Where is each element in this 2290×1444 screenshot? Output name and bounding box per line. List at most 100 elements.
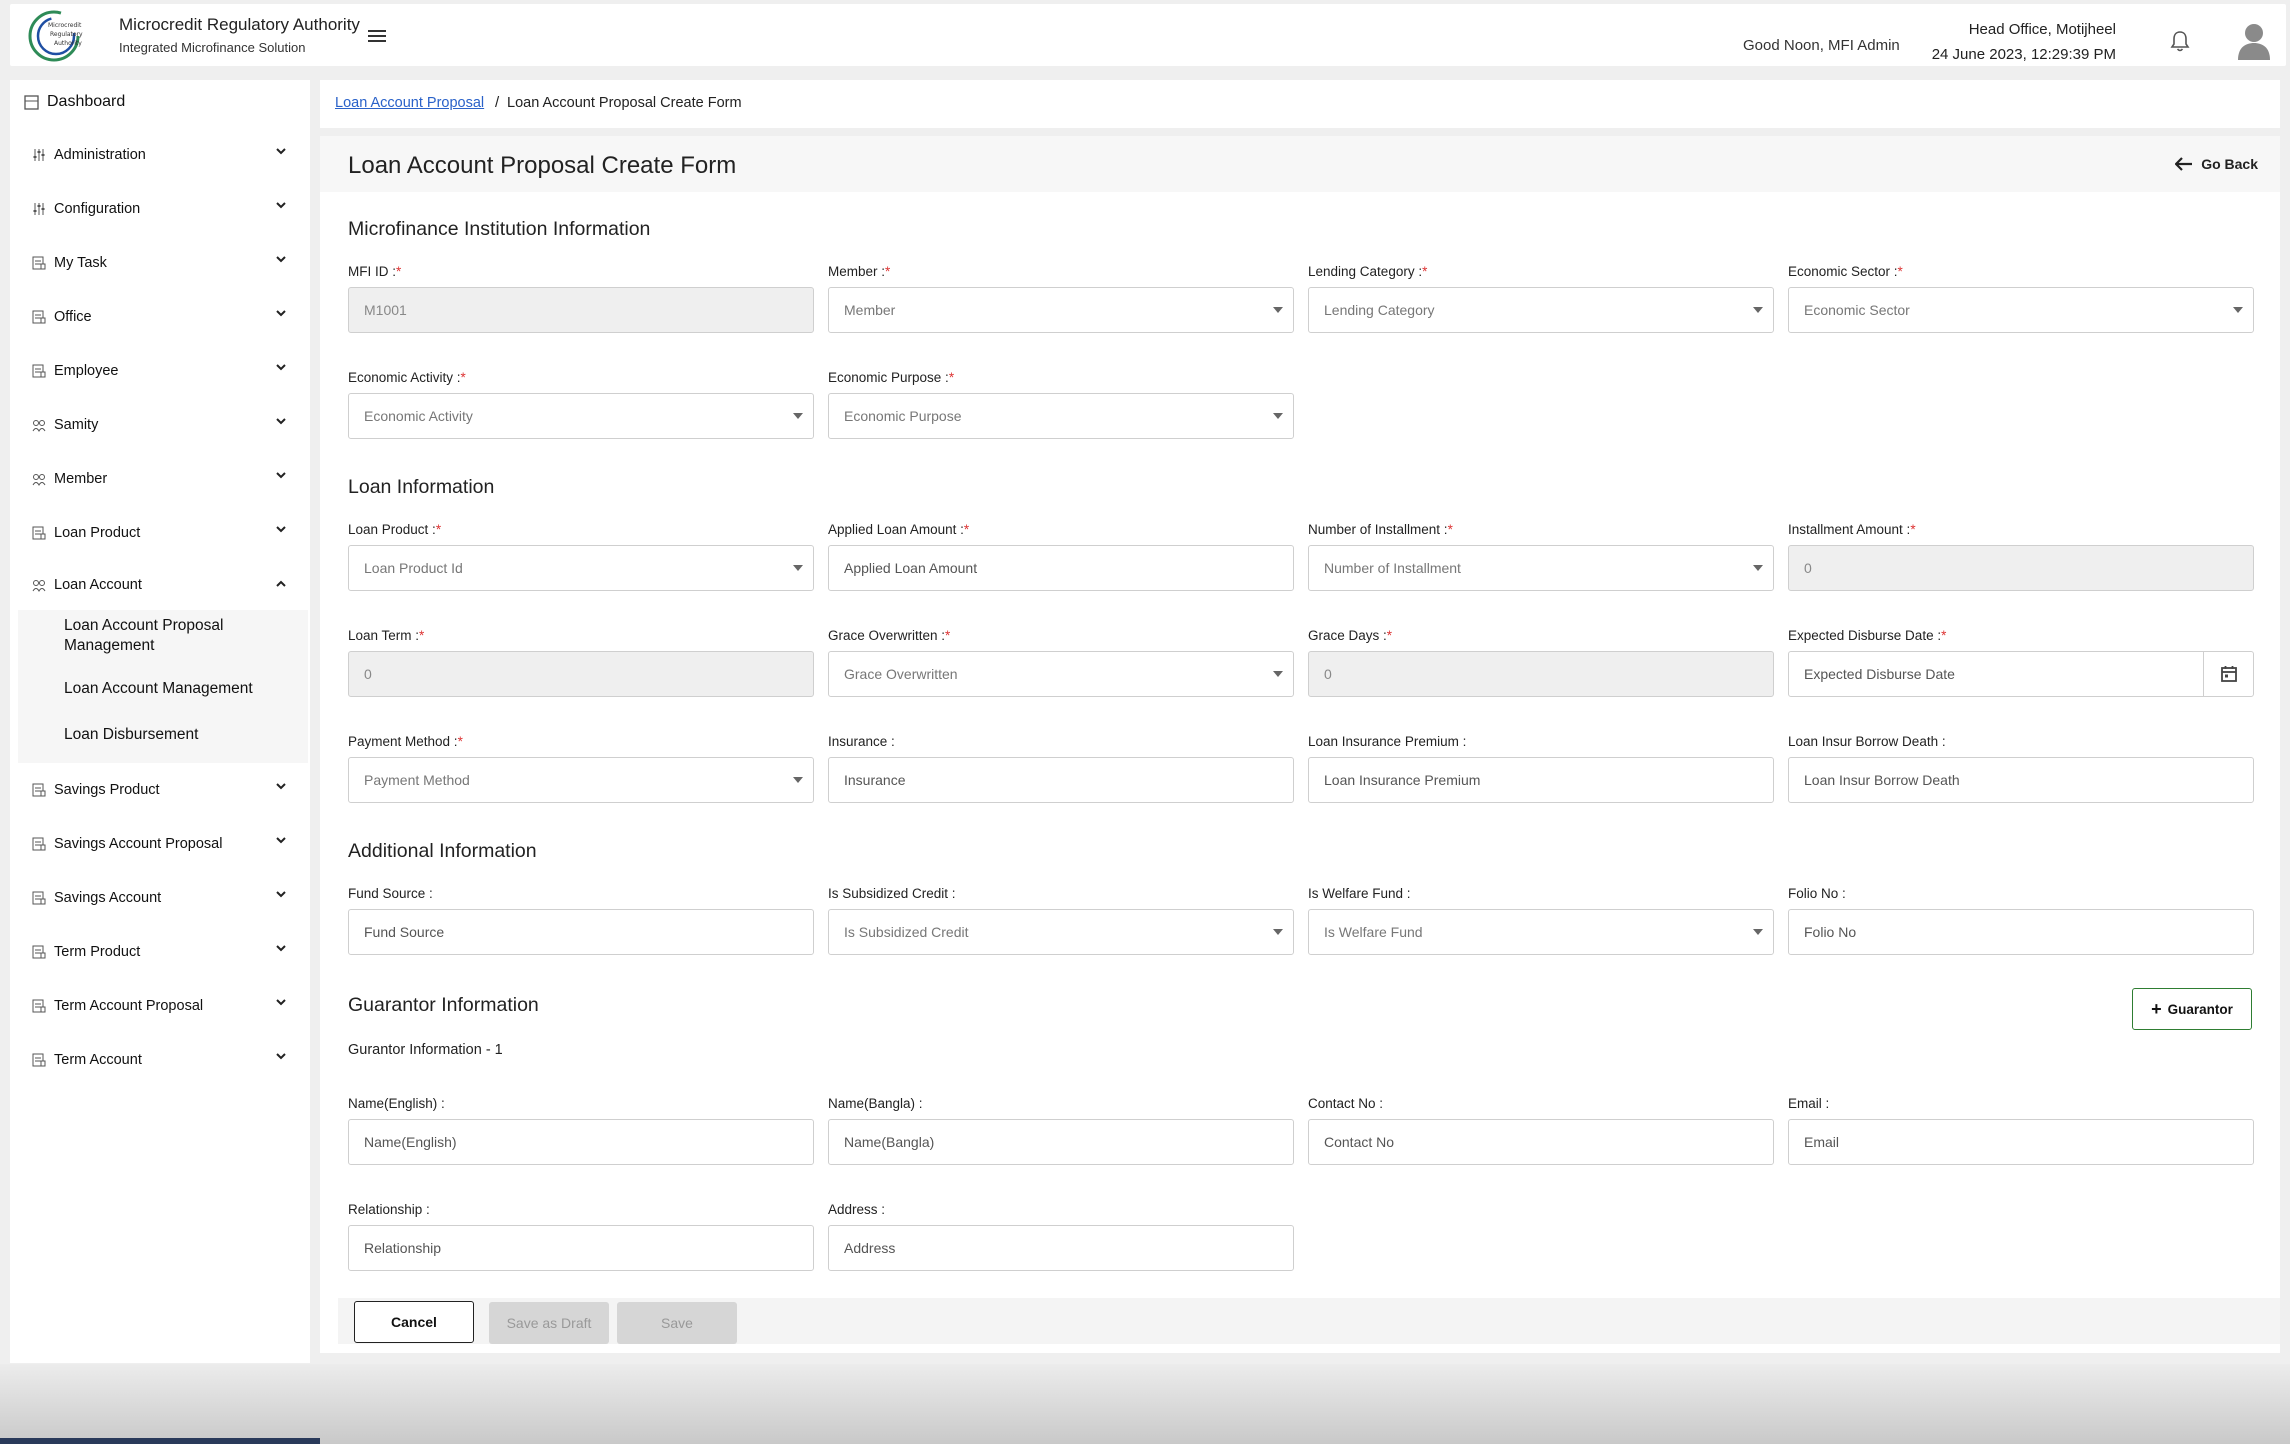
email-input[interactable]: Email [1788, 1119, 2254, 1165]
sidebar-item-term-product[interactable]: Term Product [10, 925, 310, 979]
loan-product-select[interactable]: Loan Product Id [348, 545, 814, 591]
label-applied-loan-amount: Applied Loan Amount :* [828, 522, 970, 537]
submenu-loan-account-management[interactable]: Loan Account Management [18, 664, 308, 713]
chevron-down-icon [276, 310, 286, 317]
chevron-down-icon [276, 526, 286, 533]
insurance-input[interactable]: Insurance [828, 757, 1294, 803]
relationship-input[interactable]: Relationship [348, 1225, 814, 1271]
sidebar-item-office[interactable]: Office [10, 290, 310, 344]
user-avatar-icon[interactable] [2236, 20, 2272, 60]
loan-insurance-premium-input[interactable]: Loan Insurance Premium [1308, 757, 1774, 803]
label-loan-insurance-premium: Loan Insurance Premium : [1308, 734, 1467, 749]
chevron-down-icon [276, 783, 286, 790]
chevron-down-icon [276, 148, 286, 155]
sidebar-item-dashboard[interactable]: Dashboard [24, 90, 125, 114]
contact-no-input[interactable]: Contact No [1308, 1119, 1774, 1165]
cancel-button[interactable]: Cancel [354, 1301, 474, 1343]
label-lending-category: Lending Category :* [1308, 264, 1428, 279]
label-member: Member :* [828, 264, 891, 279]
sidebar-item-my-task[interactable]: My Task [10, 236, 310, 290]
sidebar-item-label: Savings Product [54, 782, 160, 798]
fund-source-input[interactable]: Fund Source [348, 909, 814, 955]
group-icon [32, 580, 46, 592]
installment-amount-field[interactable]: 0 [1788, 545, 2254, 591]
sidebar-item-savings-account-proposal[interactable]: Savings Account Proposal [10, 817, 310, 871]
economic-sector-select[interactable]: Economic Sector [1788, 287, 2254, 333]
address-input[interactable]: Address [828, 1225, 1294, 1271]
folio-no-input[interactable]: Folio No [1788, 909, 2254, 955]
is-welfare-fund-select[interactable]: Is Welfare Fund [1308, 909, 1774, 955]
loan-insur-borrow-death-input[interactable]: Loan Insur Borrow Death [1788, 757, 2254, 803]
menu-toggle-icon[interactable] [368, 30, 386, 44]
is-subsidized-credit-select[interactable]: Is Subsidized Credit [828, 909, 1294, 955]
grace-days-field[interactable]: 0 [1308, 651, 1774, 697]
economic-activity-select[interactable]: Economic Activity [348, 393, 814, 439]
grace-overwritten-select[interactable]: Grace Overwritten [828, 651, 1294, 697]
bell-icon[interactable] [2170, 30, 2190, 52]
org-subtitle: Integrated Microfinance Solution [119, 40, 306, 55]
sidebar-item-samity[interactable]: Samity [10, 398, 310, 452]
sidebar-item-loan-product[interactable]: Loan Product [10, 506, 310, 560]
number-of-installment-select[interactable]: Number of Installment [1308, 545, 1774, 591]
label-relationship: Relationship : [348, 1202, 430, 1217]
label-name-english: Name(English) : [348, 1096, 445, 1111]
sidebar-item-label: Savings Account Proposal [54, 836, 223, 852]
breadcrumb: Loan Account Proposal / Loan Account Pro… [320, 80, 2280, 128]
calendar-icon[interactable] [2203, 652, 2253, 696]
submenu-loan-disbursement[interactable]: Loan Disbursement [18, 713, 308, 757]
group-icon [32, 474, 46, 486]
submenu-loan-account-proposal-management[interactable]: Loan Account Proposal Management [18, 612, 308, 664]
applied-loan-amount-input[interactable]: Applied Loan Amount [828, 545, 1294, 591]
sidebar-item-configuration[interactable]: Configuration [10, 182, 310, 236]
payment-method-select[interactable]: Payment Method [348, 757, 814, 803]
economic-purpose-select[interactable]: Economic Purpose [828, 393, 1294, 439]
sidebar-item-label: Employee [54, 363, 119, 379]
caret-down-icon [1753, 929, 1763, 935]
doc-icon [32, 999, 46, 1013]
label-is-welfare-fund: Is Welfare Fund : [1308, 886, 1411, 901]
chevron-down-icon [276, 999, 286, 1006]
arrow-left-icon [2175, 157, 2193, 171]
sidebar-item-label: Office [54, 309, 92, 325]
sidebar-item-term-account-proposal[interactable]: Term Account Proposal [10, 979, 310, 1033]
caret-down-icon [1273, 413, 1283, 419]
add-guarantor-button[interactable]: + Guarantor [2132, 988, 2252, 1030]
expected-disburse-date-input[interactable]: Expected Disburse Date [1788, 651, 2254, 697]
label-contact-no: Contact No : [1308, 1096, 1384, 1111]
caret-down-icon [793, 777, 803, 783]
breadcrumb-current: Loan Account Proposal Create Form [507, 95, 742, 111]
label-installment-amount: Installment Amount :* [1788, 522, 1916, 537]
sidebar-item-term-account[interactable]: Term Account [10, 1033, 310, 1087]
go-back-button[interactable]: Go Back [2175, 156, 2258, 172]
name-bangla-input[interactable]: Name(Bangla) [828, 1119, 1294, 1165]
chevron-down-icon [276, 891, 286, 898]
doc-icon [32, 783, 46, 797]
label-loan-insur-borrow-death: Loan Insur Borrow Death : [1788, 734, 1946, 749]
save-button[interactable]: Save [617, 1302, 737, 1344]
sidebar-item-savings-product[interactable]: Savings Product [10, 763, 310, 817]
lending-category-select[interactable]: Lending Category [1308, 287, 1774, 333]
sidebar-item-loan-account[interactable]: Loan Account [10, 560, 310, 610]
sidebar-item-member[interactable]: Member [10, 452, 310, 506]
office-name: Head Office, Motijheel [1968, 21, 2116, 38]
breadcrumb-separator: / [495, 94, 500, 111]
bottom-shadow [0, 1364, 2290, 1444]
member-select[interactable]: Member [828, 287, 1294, 333]
sidebar-item-label: Term Product [54, 944, 141, 960]
sidebar-item-label: Administration [54, 147, 146, 163]
mfi-id-field[interactable]: M1001 [348, 287, 814, 333]
bottom-dark-strip [0, 1438, 320, 1444]
name-english-input[interactable]: Name(English) [348, 1119, 814, 1165]
sidebar-item-savings-account[interactable]: Savings Account [10, 871, 310, 925]
loan-term-field[interactable]: 0 [348, 651, 814, 697]
current-datetime: 24 June 2023, 12:29:39 PM [1931, 46, 2116, 63]
logo-text-2: Regulatory [50, 31, 83, 38]
save-as-draft-button[interactable]: Save as Draft [489, 1302, 609, 1344]
breadcrumb-link[interactable]: Loan Account Proposal [335, 95, 484, 111]
doc-icon [32, 891, 46, 905]
sidebar-item-employee[interactable]: Employee [10, 344, 310, 398]
sidebar-item-administration[interactable]: Administration [10, 128, 310, 182]
app-frame: Microcredit Regulatory Authority Microcr… [0, 0, 2290, 1444]
label-loan-term: Loan Term :* [348, 628, 425, 643]
caret-down-icon [1273, 671, 1283, 677]
